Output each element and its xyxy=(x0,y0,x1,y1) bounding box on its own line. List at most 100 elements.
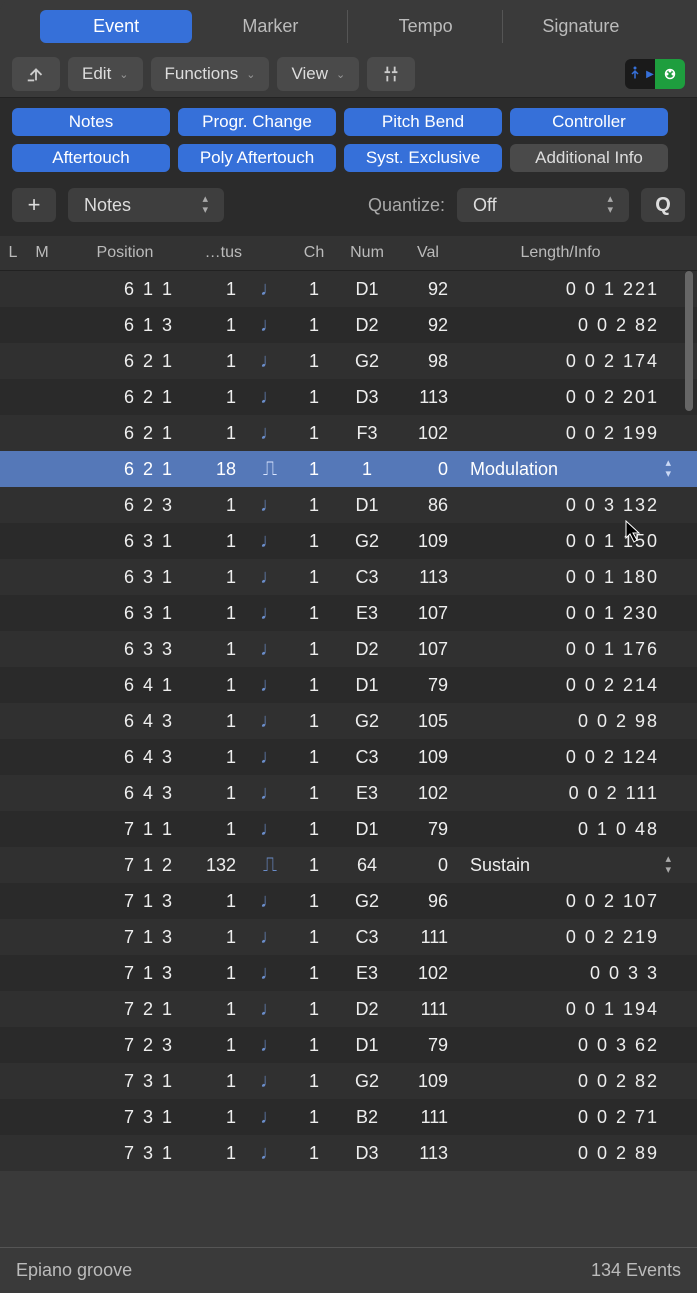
event-row[interactable]: 6 3 11♩1G21090 0 1 150 xyxy=(0,523,697,559)
cell-val[interactable]: 79 xyxy=(398,819,458,840)
col-num[interactable]: Num xyxy=(336,244,398,262)
cell-position[interactable]: 6 3 1 xyxy=(58,603,192,624)
cell-position[interactable]: 6 1 1 xyxy=(58,279,192,300)
cell-status[interactable]: 1 xyxy=(192,1107,248,1128)
cell-status[interactable]: 1 xyxy=(192,387,248,408)
cell-channel[interactable]: 1 xyxy=(292,531,336,552)
tab-event[interactable]: Event xyxy=(40,10,192,43)
cell-val[interactable]: 111 xyxy=(398,999,458,1020)
cell-channel[interactable]: 1 xyxy=(292,999,336,1020)
cell-val[interactable]: 111 xyxy=(398,1107,458,1128)
cell-num[interactable]: D2 xyxy=(336,639,398,660)
filter-poly-aftertouch[interactable]: Poly Aftertouch xyxy=(178,144,336,172)
col-l[interactable]: L xyxy=(0,244,26,262)
event-row[interactable]: 7 1 31♩1C31110 0 2 219 xyxy=(0,919,697,955)
cell-position[interactable]: 7 3 1 xyxy=(58,1071,192,1092)
cell-val[interactable]: 107 xyxy=(398,639,458,660)
col-position[interactable]: Position xyxy=(58,244,192,262)
cell-position[interactable]: 7 1 3 xyxy=(58,891,192,912)
tab-marker[interactable]: Marker xyxy=(194,10,347,43)
cell-status[interactable]: 1 xyxy=(192,1143,248,1164)
cell-channel[interactable]: 1 xyxy=(292,279,336,300)
midi-filter-button[interactable] xyxy=(367,57,415,91)
cell-length[interactable]: 0 0 3 3 xyxy=(458,963,697,984)
filter-notes[interactable]: Notes xyxy=(12,108,170,136)
cell-val[interactable]: 79 xyxy=(398,675,458,696)
cell-length[interactable]: 0 0 2 214 xyxy=(458,675,697,696)
cell-status[interactable]: 1 xyxy=(192,1071,248,1092)
event-row[interactable]: 6 1 31♩1D2920 0 2 82 xyxy=(0,307,697,343)
cell-num[interactable]: D1 xyxy=(336,279,398,300)
cell-status[interactable]: 1 xyxy=(192,1035,248,1056)
cell-channel[interactable]: 1 xyxy=(292,387,336,408)
cell-length[interactable]: 0 0 2 111 xyxy=(458,783,697,804)
event-row[interactable]: 6 3 11♩1C31130 0 1 180 xyxy=(0,559,697,595)
cell-val[interactable]: 113 xyxy=(398,1143,458,1164)
cell-val[interactable]: 102 xyxy=(398,783,458,804)
cell-position[interactable]: 7 2 3 xyxy=(58,1035,192,1056)
cell-position[interactable]: 6 2 1 xyxy=(58,351,192,372)
cell-channel[interactable]: 1 xyxy=(292,711,336,732)
cell-val[interactable]: 96 xyxy=(398,891,458,912)
filter-progr-change[interactable]: Progr. Change xyxy=(178,108,336,136)
event-row[interactable]: 6 2 11♩1D31130 0 2 201 xyxy=(0,379,697,415)
cell-channel[interactable]: 1 xyxy=(292,495,336,516)
cell-channel[interactable]: 1 xyxy=(292,1143,336,1164)
event-row[interactable]: 7 1 2132⎍1640Sustain▴▾ xyxy=(0,847,697,883)
cell-val[interactable]: 0 xyxy=(398,855,458,876)
cell-val[interactable]: 109 xyxy=(398,747,458,768)
cell-channel[interactable]: 1 xyxy=(292,423,336,444)
cell-length[interactable]: 0 0 1 180 xyxy=(458,567,697,588)
scrollbar-thumb[interactable] xyxy=(685,271,693,411)
cell-channel[interactable]: 1 xyxy=(292,891,336,912)
cell-val[interactable]: 109 xyxy=(398,531,458,552)
cell-num[interactable]: D1 xyxy=(336,675,398,696)
cell-channel[interactable]: 1 xyxy=(292,315,336,336)
cell-val[interactable]: 98 xyxy=(398,351,458,372)
cell-position[interactable]: 6 4 3 xyxy=(58,711,192,732)
midi-in-button[interactable] xyxy=(655,59,685,89)
cell-num[interactable]: D1 xyxy=(336,1035,398,1056)
cell-length[interactable]: 0 0 2 98 xyxy=(458,711,697,732)
cell-status[interactable]: 1 xyxy=(192,495,248,516)
cell-length[interactable]: 0 0 2 201 xyxy=(458,387,697,408)
cell-num[interactable]: 64 xyxy=(336,855,398,876)
cell-position[interactable]: 6 2 1 xyxy=(58,459,192,480)
col-status[interactable]: …tus xyxy=(192,244,248,262)
cell-val[interactable]: 105 xyxy=(398,711,458,732)
col-channel[interactable]: Ch xyxy=(292,244,336,262)
cell-length[interactable]: 0 0 2 124 xyxy=(458,747,697,768)
event-row[interactable]: 6 4 31♩1C31090 0 2 124 xyxy=(0,739,697,775)
event-type-select[interactable]: Notes ▴▾ xyxy=(68,188,224,222)
cell-num[interactable]: D2 xyxy=(336,315,398,336)
event-row[interactable]: 6 3 31♩1D21070 0 1 176 xyxy=(0,631,697,667)
filter-aftertouch[interactable]: Aftertouch xyxy=(12,144,170,172)
quantize-button[interactable]: Q xyxy=(641,188,685,222)
cell-num[interactable]: D2 xyxy=(336,999,398,1020)
event-row[interactable]: 6 2 118⎍110Modulation▴▾ xyxy=(0,451,697,487)
cell-status[interactable]: 1 xyxy=(192,531,248,552)
cell-position[interactable]: 6 2 1 xyxy=(58,423,192,444)
event-row[interactable]: 6 4 31♩1G21050 0 2 98 xyxy=(0,703,697,739)
cell-channel[interactable]: 1 xyxy=(292,1107,336,1128)
cell-status[interactable]: 1 xyxy=(192,603,248,624)
cell-channel[interactable]: 1 xyxy=(292,783,336,804)
cell-position[interactable]: 7 3 1 xyxy=(58,1143,192,1164)
tab-signature[interactable]: Signature xyxy=(505,10,657,43)
cell-val[interactable]: 92 xyxy=(398,279,458,300)
midi-out-button[interactable]: ▶ xyxy=(625,59,655,89)
cell-position[interactable]: 7 1 1 xyxy=(58,819,192,840)
cell-status[interactable]: 1 xyxy=(192,675,248,696)
cell-status[interactable]: 1 xyxy=(192,639,248,660)
cell-status[interactable]: 1 xyxy=(192,819,248,840)
cell-num[interactable]: D3 xyxy=(336,387,398,408)
event-row[interactable]: 6 4 31♩1E31020 0 2 111 xyxy=(0,775,697,811)
cell-val[interactable]: 0 xyxy=(398,459,458,480)
cell-length[interactable]: 0 0 2 89 xyxy=(458,1143,697,1164)
cell-position[interactable]: 7 1 2 xyxy=(58,855,192,876)
cell-val[interactable]: 111 xyxy=(398,927,458,948)
cell-channel[interactable]: 1 xyxy=(292,1071,336,1092)
cell-num[interactable]: B2 xyxy=(336,1107,398,1128)
cell-position[interactable]: 7 2 1 xyxy=(58,999,192,1020)
cell-val[interactable]: 92 xyxy=(398,315,458,336)
